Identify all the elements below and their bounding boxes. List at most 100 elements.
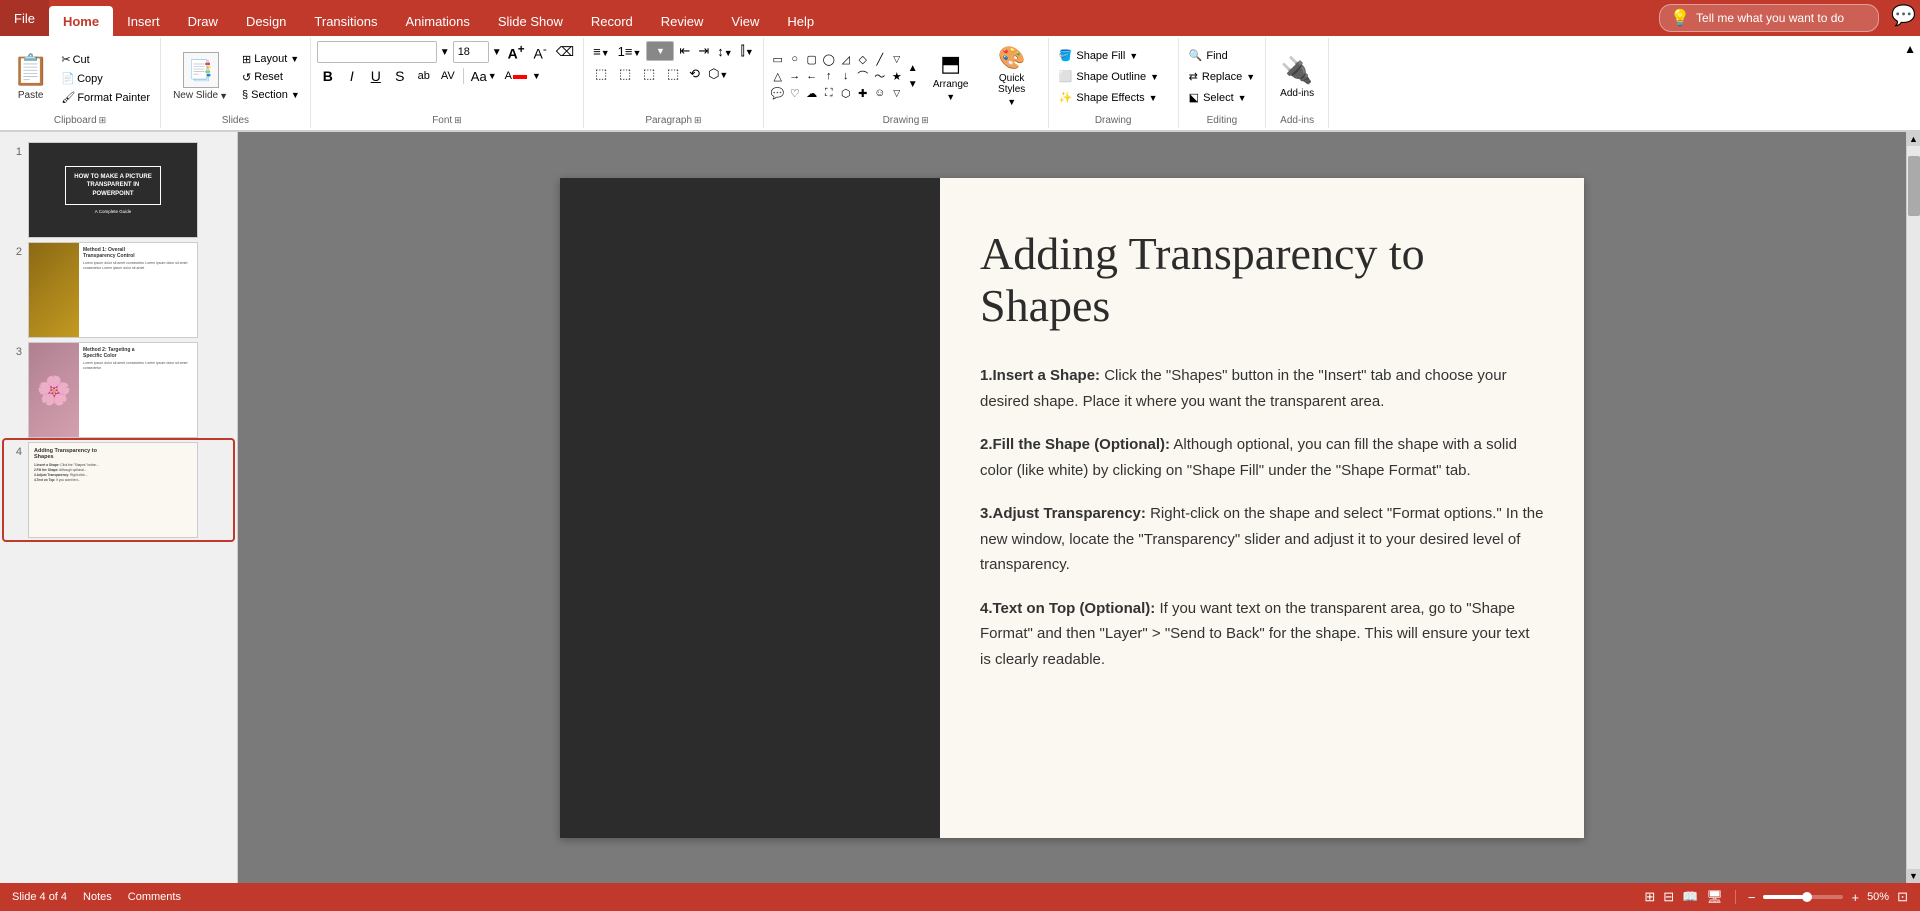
scrollbar-up-button[interactable]: ▲: [1907, 132, 1920, 146]
find-button[interactable]: 🔍 Find: [1185, 47, 1232, 64]
shape-arrow-up-button[interactable]: ↑: [821, 68, 837, 84]
new-slide-button[interactable]: 📑 New Slide ▼: [167, 47, 234, 107]
add-ins-button[interactable]: 🔌 Add-ins: [1272, 49, 1322, 105]
align-right-button[interactable]: ⬚: [638, 64, 660, 84]
view-reading-button[interactable]: 📖: [1682, 889, 1698, 905]
tab-design[interactable]: Design: [232, 6, 300, 36]
shape-tri-button[interactable]: △: [770, 68, 786, 84]
cut-button[interactable]: ✂ Cut: [57, 51, 154, 68]
shape-banner-button[interactable]: ⛶: [821, 85, 837, 101]
scrollbar-track[interactable]: [1907, 146, 1920, 869]
paste-button[interactable]: 📋 Paste: [6, 47, 55, 107]
font-name-input[interactable]: [317, 41, 437, 63]
replace-button[interactable]: ⇄ Replace ▼: [1185, 68, 1260, 85]
select-button[interactable]: ⬕ Select ▼: [1185, 89, 1251, 106]
shape-cross-button[interactable]: ✚: [855, 85, 871, 101]
font-size-dropdown-icon[interactable]: ▼: [492, 47, 502, 58]
shape-line-button[interactable]: ╱: [872, 51, 888, 67]
slide-item-2[interactable]: 2 Method 1: OverallTransparency Control …: [4, 240, 233, 340]
shape-fill-button[interactable]: 🪣 Shape Fill ▼: [1055, 47, 1143, 64]
zoom-slider[interactable]: [1763, 895, 1843, 899]
tab-insert[interactable]: Insert: [113, 6, 174, 36]
tab-view[interactable]: View: [717, 6, 773, 36]
layout-button[interactable]: ⊞ Layout ▼: [238, 51, 304, 68]
increase-indent-button[interactable]: ⇥: [695, 41, 712, 61]
tab-record[interactable]: Record: [577, 6, 647, 36]
line-spacing-button[interactable]: ↕▼: [714, 42, 735, 61]
strikethrough-button[interactable]: S: [389, 66, 411, 86]
decrease-indent-button[interactable]: ⇤: [676, 41, 693, 61]
copy-button[interactable]: 📄 Copy: [57, 70, 154, 87]
tell-me-input[interactable]: 💡 Tell me what you want to do: [1659, 4, 1879, 32]
shape-diamond-button[interactable]: ◇: [855, 51, 871, 67]
shapes-scroll-up-icon[interactable]: ▲: [906, 61, 920, 76]
align-center-button[interactable]: ⬚: [614, 64, 636, 84]
bullet-list-button[interactable]: ≡▼: [590, 42, 613, 61]
quick-styles-button[interactable]: 🎨 QuickStyles ▼: [982, 41, 1042, 111]
format-painter-button[interactable]: 🖌 Format Painter: [57, 89, 154, 106]
shape-arrow-right-button[interactable]: →: [787, 68, 803, 84]
shape-effects-button[interactable]: ✨ Shape Effects ▼: [1055, 89, 1162, 106]
slide-item-3[interactable]: 3 🌸 Method 2: Targeting aSpecific Color …: [4, 340, 233, 440]
underline-button[interactable]: U: [365, 66, 387, 86]
notes-button[interactable]: Notes: [83, 891, 112, 903]
text-direction-button[interactable]: ⟲: [686, 64, 703, 84]
shape-smiley-button[interactable]: ☺: [872, 85, 888, 101]
shape-cloud-button[interactable]: ☁: [804, 85, 820, 101]
clear-format-button[interactable]: ⌫: [553, 43, 577, 61]
paragraph-expand-icon[interactable]: ⊞: [694, 115, 702, 126]
shape-arrow-down-button[interactable]: ↓: [838, 68, 854, 84]
dropdown-chevron-icon[interactable]: ▼: [656, 46, 665, 56]
paragraph-color-button[interactable]: ▼: [646, 41, 674, 61]
shape-extra-btn[interactable]: ▽: [889, 85, 905, 101]
shape-ellipse-button[interactable]: ○: [787, 51, 803, 67]
character-spacing-button[interactable]: AV: [437, 66, 459, 86]
shape-circle-button[interactable]: ◯: [821, 51, 837, 67]
shape-freeform-button[interactable]: 〜: [872, 68, 888, 84]
view-presenter-button[interactable]: 🖥: [1706, 889, 1723, 905]
shape-heart-button[interactable]: ♡: [787, 85, 803, 101]
justify-button[interactable]: ⬚: [662, 64, 684, 84]
shape-rect-button[interactable]: ▭: [770, 51, 786, 67]
reset-button[interactable]: ↺ Reset: [238, 69, 304, 86]
font-case-button[interactable]: Aa▼: [468, 68, 500, 85]
shape-star-button[interactable]: ★: [889, 68, 905, 84]
arrange-button[interactable]: ⬒ Arrange ▼: [921, 47, 981, 106]
align-left-button[interactable]: ⬚: [590, 64, 612, 84]
shape-rounded-rect-button[interactable]: ▢: [804, 51, 820, 67]
zoom-in-button[interactable]: +: [1851, 890, 1859, 905]
shape-curve-button[interactable]: ⌒: [855, 68, 871, 84]
shapes-scroll-down-icon[interactable]: ▼: [906, 77, 920, 92]
collapse-ribbon-button[interactable]: ▲: [1900, 38, 1920, 60]
drawing-expand-icon[interactable]: ⊞: [921, 115, 929, 126]
tab-home[interactable]: Home: [49, 6, 113, 36]
tab-draw[interactable]: Draw: [174, 6, 232, 36]
convert-to-smartart-button[interactable]: ⬡▼: [705, 64, 731, 84]
text-shadow-button[interactable]: ab: [413, 66, 435, 86]
section-button[interactable]: § Section ▼: [238, 87, 304, 103]
view-slidesorter-button[interactable]: ⊟: [1663, 889, 1674, 905]
scrollbar-down-button[interactable]: ▼: [1907, 869, 1920, 883]
font-name-dropdown-icon[interactable]: ▼: [440, 47, 450, 58]
bold-button[interactable]: B: [317, 66, 339, 86]
shape-more-btn[interactable]: ▽: [889, 51, 905, 67]
tab-help[interactable]: Help: [773, 6, 828, 36]
columns-button[interactable]: ⫿▼: [738, 41, 757, 61]
fit-slide-button[interactable]: ⊡: [1897, 889, 1908, 905]
expand-icon[interactable]: ⊞: [99, 115, 107, 126]
decrease-font-button[interactable]: A-: [531, 42, 550, 63]
view-normal-button[interactable]: ⊞: [1644, 889, 1655, 905]
font-expand-icon[interactable]: ⊞: [454, 115, 462, 126]
increase-font-button[interactable]: A+: [505, 42, 528, 63]
tab-file[interactable]: File: [0, 0, 49, 36]
zoom-out-button[interactable]: −: [1748, 890, 1756, 905]
comments-button[interactable]: 💬: [1887, 0, 1920, 32]
tab-animations[interactable]: Animations: [392, 6, 484, 36]
font-color-dropdown-icon[interactable]: ▼: [532, 71, 541, 81]
shape-right-angle-button[interactable]: ◿: [838, 51, 854, 67]
shape-octagon-button[interactable]: ⬡: [838, 85, 854, 101]
font-color-button[interactable]: A: [502, 69, 530, 83]
shape-arrow-left-button[interactable]: ←: [804, 68, 820, 84]
shape-outline-button[interactable]: ⬜ Shape Outline ▼: [1055, 68, 1163, 85]
italic-button[interactable]: I: [341, 66, 363, 86]
